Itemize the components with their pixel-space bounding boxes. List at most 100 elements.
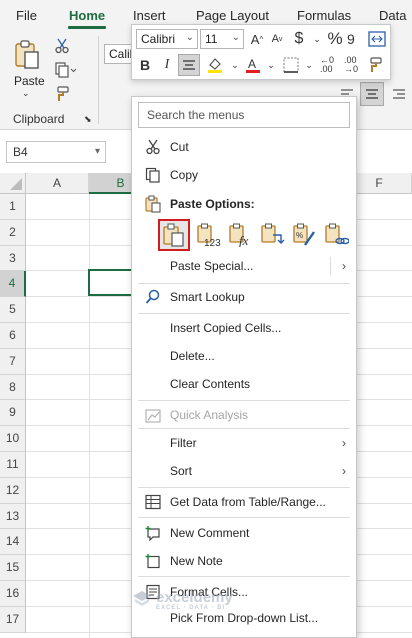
copy-icon bbox=[144, 166, 162, 184]
paste-link-icon[interactable] bbox=[321, 219, 353, 251]
chevron-down-icon: ⌄ bbox=[231, 32, 240, 43]
row-header-5[interactable]: 5 bbox=[0, 297, 26, 323]
chevron-right-icon: › bbox=[342, 259, 346, 273]
menu-item-new-note[interactable]: New Note bbox=[132, 548, 356, 574]
row-header-6[interactable]: 6 bbox=[0, 323, 26, 349]
menu-separator bbox=[138, 400, 350, 401]
tab-home[interactable]: Home bbox=[69, 8, 105, 23]
row-header-7[interactable]: 7 bbox=[0, 348, 26, 375]
paste-default-icon[interactable] bbox=[158, 219, 190, 251]
menu-item-delete[interactable]: Delete... bbox=[132, 343, 356, 369]
clipboard-launcher-icon[interactable]: ⬊ bbox=[84, 114, 92, 125]
merge-center-icon[interactable] bbox=[366, 28, 388, 50]
italic-button[interactable]: I bbox=[156, 54, 178, 76]
ribbon-separator bbox=[98, 36, 99, 124]
menu-item-quick-analysis: Quick Analysis bbox=[132, 402, 356, 428]
row-header-11[interactable]: 11 bbox=[0, 452, 26, 478]
chevron-down-icon: ▾ bbox=[94, 146, 100, 157]
tab-file[interactable]: File bbox=[16, 8, 37, 23]
tab-data[interactable]: Data bbox=[379, 8, 406, 23]
exceldemy-logo-icon bbox=[132, 590, 152, 612]
font-size-field[interactable]: 11 ⌄ bbox=[200, 29, 244, 49]
tab-formulas[interactable]: Formulas bbox=[297, 8, 351, 23]
decrease-font-size-icon[interactable]: Av bbox=[266, 28, 288, 50]
menu-separator bbox=[138, 313, 350, 314]
svg-text:fx: fx bbox=[239, 233, 249, 247]
align-center-icon[interactable] bbox=[360, 82, 384, 106]
paste-icon bbox=[144, 195, 162, 213]
chevron-down-icon: ⌄ bbox=[185, 32, 194, 43]
menu-separator bbox=[138, 517, 350, 518]
menu-item-cut[interactable]: Cut bbox=[132, 134, 356, 160]
menu-item-sort[interactable]: Sort › bbox=[132, 458, 356, 484]
row-header-9[interactable]: 9 bbox=[0, 400, 26, 427]
row-header-8[interactable]: 8 bbox=[0, 374, 26, 401]
select-all-corner[interactable] bbox=[0, 173, 26, 194]
copy-small-icon[interactable] bbox=[52, 60, 78, 80]
new-note-icon bbox=[144, 552, 162, 570]
paste-formatting-icon[interactable]: % bbox=[289, 219, 321, 251]
chevron-down-icon[interactable]: ⌄ bbox=[260, 54, 282, 76]
menu-item-clear-contents[interactable]: Clear Contents bbox=[132, 371, 356, 397]
tab-page-layout[interactable]: Page Layout bbox=[196, 8, 269, 23]
paste-dropdown-icon[interactable]: ⌄ bbox=[22, 88, 30, 99]
column-header-a[interactable]: A bbox=[26, 173, 89, 194]
menu-separator bbox=[138, 428, 350, 429]
paste-icon[interactable] bbox=[10, 38, 46, 72]
row-header-4[interactable]: 4 bbox=[0, 271, 26, 298]
align-right-icon[interactable] bbox=[388, 84, 410, 104]
search-icon bbox=[144, 288, 162, 306]
clipboard-group-label: Clipboard bbox=[13, 112, 65, 126]
submenu-divider bbox=[330, 257, 331, 275]
exceldemy-watermark: exceldemy EXCEL · DATA · BI bbox=[132, 590, 233, 612]
row-header-2[interactable]: 2 bbox=[0, 219, 26, 246]
comma-style-icon[interactable]: 9 bbox=[344, 28, 366, 50]
decrease-decimal-icon[interactable]: .00 →0 bbox=[340, 54, 362, 76]
menu-item-smart-lookup[interactable]: Smart Lookup bbox=[132, 284, 356, 310]
new-comment-icon bbox=[144, 524, 162, 542]
chevron-right-icon: › bbox=[342, 464, 346, 478]
row-header-13[interactable]: 13 bbox=[0, 503, 26, 530]
row-header-1[interactable]: 1 bbox=[0, 194, 26, 220]
increase-decimal-icon[interactable]: ←0.00 bbox=[316, 54, 338, 76]
row-header-14[interactable]: 14 bbox=[0, 529, 26, 556]
format-painter-icon[interactable] bbox=[364, 54, 386, 76]
fill-color-icon[interactable] bbox=[204, 54, 226, 76]
menu-paste-options-heading: Paste Options: bbox=[132, 191, 356, 217]
increase-font-size-icon[interactable]: A ^ bbox=[246, 28, 268, 50]
menu-item-filter[interactable]: Filter › bbox=[132, 430, 356, 456]
tab-insert[interactable]: Insert bbox=[133, 8, 166, 23]
cut-small-icon[interactable] bbox=[52, 36, 72, 56]
paste-values-icon[interactable]: 123 bbox=[193, 219, 225, 251]
row-header-12[interactable]: 12 bbox=[0, 477, 26, 504]
paste-transpose-icon[interactable] bbox=[257, 219, 289, 251]
svg-text:123: 123 bbox=[204, 238, 221, 247]
menu-item-get-data[interactable]: Get Data from Table/Range... bbox=[132, 489, 356, 515]
quick-analysis-icon bbox=[144, 406, 162, 424]
percent-format-button[interactable]: % bbox=[324, 28, 346, 50]
menu-item-new-comment[interactable]: New Comment bbox=[132, 520, 356, 546]
menu-separator bbox=[138, 487, 350, 488]
table-icon bbox=[144, 493, 162, 511]
row-header-17[interactable]: 17 bbox=[0, 606, 26, 633]
row-header-10[interactable]: 10 bbox=[0, 426, 26, 452]
menu-separator bbox=[138, 576, 350, 577]
scissors-icon bbox=[144, 138, 162, 156]
row-header-16[interactable]: 16 bbox=[0, 581, 26, 607]
name-box[interactable]: B4 ▾ bbox=[6, 141, 106, 163]
menu-item-copy[interactable]: Copy bbox=[132, 162, 356, 188]
center-align-icon[interactable] bbox=[178, 54, 200, 76]
paste-button-label[interactable]: Paste bbox=[14, 74, 45, 88]
format-painter-icon[interactable] bbox=[52, 84, 72, 104]
context-menu: Search the menus Cut Copy Paste Options:… bbox=[131, 96, 357, 638]
row-header-15[interactable]: 15 bbox=[0, 555, 26, 581]
chevron-right-icon: › bbox=[342, 436, 346, 450]
menu-search-input[interactable]: Search the menus bbox=[138, 102, 350, 128]
svg-text:%: % bbox=[296, 231, 303, 240]
font-name-field[interactable]: Calibri ⌄ bbox=[136, 29, 198, 49]
menu-item-paste-special[interactable]: Paste Special... › bbox=[132, 253, 356, 279]
row-header-3[interactable]: 3 bbox=[0, 245, 26, 272]
menu-item-insert-copied-cells[interactable]: Insert Copied Cells... bbox=[132, 315, 356, 341]
bold-button[interactable]: B bbox=[134, 54, 156, 76]
paste-formulas-icon[interactable]: fx bbox=[225, 219, 257, 251]
